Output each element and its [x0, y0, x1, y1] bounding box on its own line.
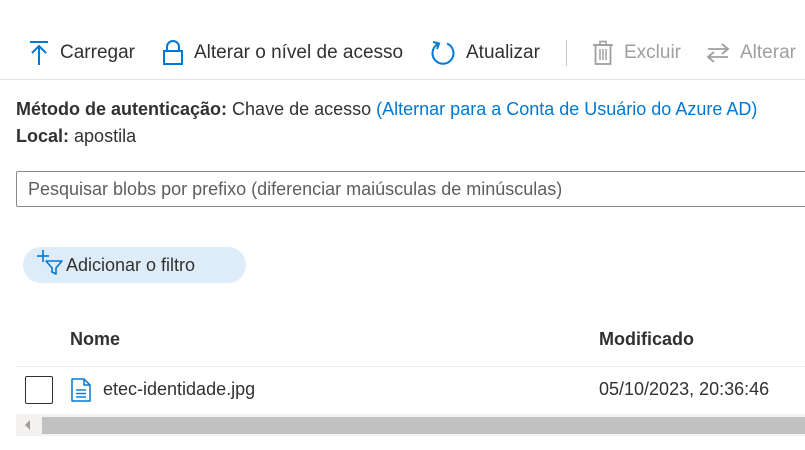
location-label: Local: — [16, 126, 70, 146]
change-tier-label: Alterar — [740, 42, 796, 63]
auth-method-row: Método de autenticação: Chave de acesso … — [16, 99, 757, 120]
swap-arrows-icon — [706, 41, 730, 65]
scroll-left-arrow-icon[interactable] — [16, 414, 40, 436]
upload-button[interactable]: Carregar — [28, 30, 135, 76]
auth-method-value: Chave de acesso — [232, 99, 372, 119]
toolbar-separator — [566, 40, 567, 66]
upload-label: Carregar — [60, 42, 135, 63]
file-name-cell[interactable]: etec-identidade.jpg — [103, 379, 255, 400]
change-access-level-button[interactable]: Alterar o nível de acesso — [162, 30, 403, 76]
switch-to-azure-ad-link[interactable]: (Alternar para a Conta de Usuário do Azu… — [376, 99, 757, 119]
refresh-label: Atualizar — [466, 42, 540, 63]
auth-method-label: Método de autenticação: — [16, 99, 228, 119]
location-row: Local: apostila — [16, 126, 136, 147]
command-bar: Carregar Alterar o nível de acesso Atual… — [0, 30, 805, 80]
location-value: apostila — [74, 126, 137, 146]
row-checkbox[interactable] — [25, 376, 53, 404]
upload-icon — [28, 40, 50, 66]
trash-icon — [592, 40, 614, 66]
add-filter-button[interactable]: Adicionar o filtro — [23, 247, 246, 283]
change-tier-button[interactable]: Alterar — [706, 30, 796, 76]
change-access-level-label: Alterar o nível de acesso — [194, 42, 404, 63]
scrollbar-thumb[interactable] — [42, 417, 805, 434]
column-header-modified[interactable]: Modificado — [599, 329, 694, 350]
refresh-icon — [430, 40, 456, 66]
document-icon — [71, 378, 91, 407]
lock-icon — [162, 40, 184, 66]
refresh-button[interactable]: Atualizar — [430, 30, 540, 76]
add-filter-icon — [37, 249, 63, 275]
header-divider — [16, 366, 805, 367]
search-blobs-input[interactable] — [16, 171, 805, 207]
horizontal-scrollbar[interactable] — [16, 414, 805, 436]
add-filter-label: Adicionar o filtro — [66, 254, 196, 275]
delete-button[interactable]: Excluir — [592, 30, 681, 76]
column-header-name[interactable]: Nome — [70, 329, 120, 350]
delete-label: Excluir — [624, 42, 682, 63]
modified-date-cell: 05/10/2023, 20:36:46 — [599, 379, 770, 399]
